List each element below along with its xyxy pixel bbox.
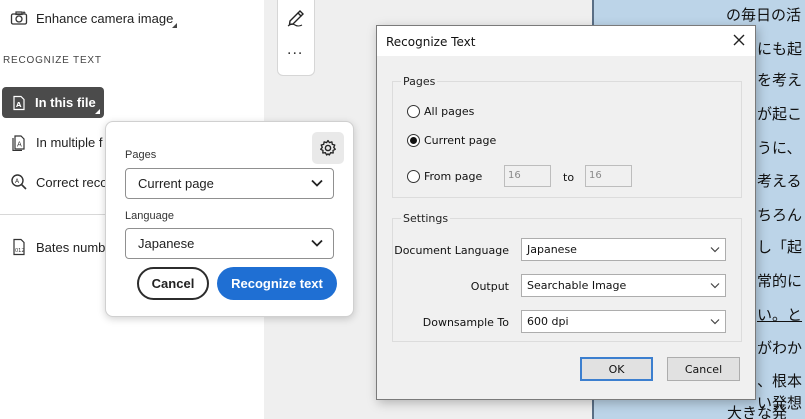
- all-pages-label: All pages: [424, 105, 475, 118]
- document-text-line: の毎日の活: [726, 6, 802, 24]
- in-this-file-tool[interactable]: A In this file: [2, 87, 104, 118]
- dialog-title: Recognize Text: [386, 35, 476, 49]
- from-page-radio[interactable]: From page: [407, 170, 482, 183]
- dialog-titlebar: Recognize Text: [377, 26, 755, 56]
- downsample-combo[interactable]: 600 dpi: [521, 310, 726, 333]
- document-text-line: うに、: [757, 139, 802, 157]
- enhance-camera-image-tool[interactable]: Enhance camera image: [0, 3, 177, 33]
- svg-text:012: 012: [15, 248, 25, 254]
- in-multiple-files-tool[interactable]: A In multiple f: [0, 127, 102, 157]
- pages-group-title: Pages: [401, 75, 438, 88]
- multiple-text-pages-icon: A: [10, 133, 28, 151]
- settings-group-title: Settings: [401, 212, 451, 225]
- document-text-line: 大きな発: [727, 404, 788, 419]
- output-combo[interactable]: Searchable Image: [521, 274, 726, 297]
- to-page-field[interactable]: 16: [585, 165, 632, 187]
- chevron-down-icon: [710, 319, 720, 325]
- close-icon[interactable]: [732, 33, 746, 47]
- chevron-down-icon: [710, 247, 720, 253]
- radio-button: [407, 170, 420, 183]
- document-text-line: にも起: [757, 40, 803, 58]
- document-text-line: ちろん: [757, 206, 803, 224]
- more-tools-icon[interactable]: ...: [287, 41, 303, 59]
- correct-recognized-text-label: Correct reco: [36, 174, 108, 190]
- document-text-line: 常的に: [757, 272, 803, 290]
- recognize-text-popover: Pages Current page Language Japanese Can…: [105, 121, 354, 317]
- output-label: Output: [470, 280, 509, 293]
- svg-text:A: A: [16, 101, 22, 109]
- recognize-text-heading: RECOGNIZE TEXT: [3, 55, 102, 66]
- document-text-line: が起こ: [757, 105, 803, 123]
- camera-icon: [10, 9, 28, 27]
- document-language-combo[interactable]: Japanese: [521, 238, 726, 261]
- svg-text:A: A: [15, 178, 20, 185]
- dialog-cancel-button[interactable]: Cancel: [667, 357, 740, 381]
- document-text-line: がわか: [757, 339, 803, 357]
- document-language-label: Document Language: [394, 244, 509, 257]
- submenu-caret-icon: [172, 23, 177, 28]
- document-language-value: Japanese: [527, 243, 577, 256]
- recognize-text-button[interactable]: Recognize text: [217, 267, 337, 300]
- text-page-icon: A: [11, 95, 27, 111]
- to-label: to: [563, 171, 575, 184]
- in-this-file-label: In this file: [35, 95, 96, 110]
- document-text-line: を考え: [757, 71, 803, 89]
- correct-recognized-text-tool[interactable]: A Correct reco: [0, 167, 108, 197]
- enhance-camera-image-label: Enhance camera image: [36, 10, 174, 26]
- draw-pen-icon[interactable]: [286, 7, 306, 27]
- from-page-field[interactable]: 16: [504, 165, 551, 187]
- gear-icon: [320, 139, 336, 156]
- document-text-line: し「起: [757, 238, 803, 256]
- document-text-line: 考える: [757, 172, 802, 190]
- chevron-down-icon: [311, 179, 323, 187]
- language-select[interactable]: Japanese: [125, 228, 334, 259]
- current-page-radio[interactable]: Current page: [407, 134, 496, 147]
- from-page-label: From page: [424, 170, 483, 183]
- current-page-label: Current page: [424, 134, 497, 147]
- popover-cancel-button[interactable]: Cancel: [137, 267, 209, 300]
- pages-select-value: Current page: [138, 176, 214, 191]
- radio-button-selected: [407, 134, 420, 147]
- ok-button[interactable]: OK: [580, 357, 653, 381]
- chevron-down-icon: [710, 283, 720, 289]
- chevron-down-icon: [311, 239, 323, 247]
- output-value: Searchable Image: [527, 279, 627, 292]
- in-multiple-files-label: In multiple f: [36, 134, 103, 150]
- pages-label: Pages: [125, 149, 157, 161]
- all-pages-radio[interactable]: All pages: [407, 105, 474, 118]
- submenu-caret-icon: [95, 109, 100, 114]
- magnify-text-icon: A: [10, 173, 28, 191]
- language-label: Language: [125, 210, 174, 222]
- pages-select[interactable]: Current page: [125, 168, 334, 199]
- document-text-line: い。と: [757, 306, 803, 324]
- downsample-value: 600 dpi: [527, 315, 569, 328]
- settings-gear-button[interactable]: [312, 132, 344, 164]
- bates-number-icon: 012: [10, 238, 28, 256]
- recognize-text-dialog: Recognize Text Pages All pages Current p…: [376, 25, 756, 400]
- bates-numbering-tool[interactable]: 012 Bates numb: [0, 232, 105, 262]
- quick-tools-toolbar: ...: [277, 0, 315, 76]
- bates-numbering-label: Bates numb: [36, 239, 106, 255]
- radio-button: [407, 105, 420, 118]
- svg-text:A: A: [17, 141, 22, 149]
- downsample-label: Downsample To: [422, 316, 509, 329]
- language-select-value: Japanese: [138, 236, 195, 251]
- document-text-line: 、根本: [757, 372, 803, 390]
